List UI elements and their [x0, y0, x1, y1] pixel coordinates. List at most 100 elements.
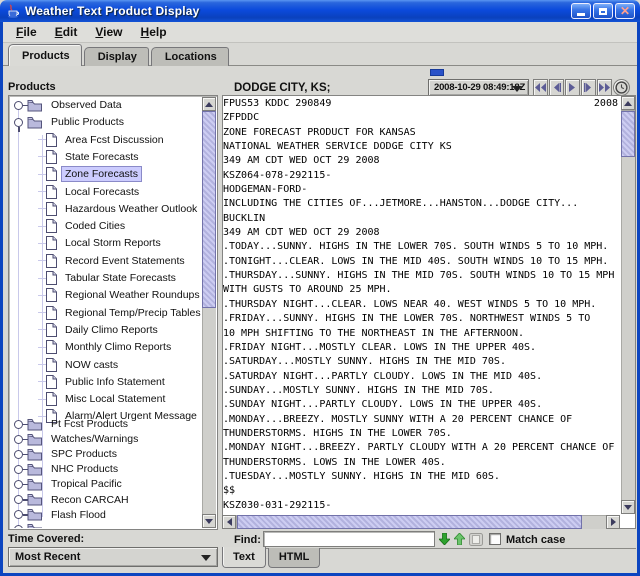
time-covered-select[interactable]: Most Recent [8, 547, 218, 567]
expand-handle-icon[interactable] [14, 525, 23, 528]
tree-item-label: Tabular State Forecasts [61, 270, 180, 286]
tree-item-pt-fcst-products[interactable]: Pt Fcst Products [14, 416, 132, 432]
tree-item-label: Public Info Statement [61, 374, 169, 390]
tree-item-daily-climo-reports[interactable]: Daily Climo Reports [14, 322, 162, 338]
tree-item-local-forecasts[interactable]: Local Forecasts [14, 184, 143, 200]
minimize-button[interactable] [571, 3, 591, 19]
text-scroll-up-button[interactable] [621, 96, 635, 110]
text-hscrollbar-thumb[interactable] [237, 515, 582, 529]
tree-item-record-event-statements[interactable]: Record Event Statements [14, 253, 189, 269]
tree-branch-stub [38, 260, 46, 261]
tree-scroll-up-button[interactable] [202, 97, 216, 111]
tree-item-nhc-products[interactable]: NHC Products [14, 461, 122, 477]
menu-edit[interactable]: Edit [46, 23, 87, 41]
tree-item-partial[interactable] [14, 522, 55, 528]
find-next-button[interactable] [437, 532, 451, 546]
tree-item-public-products[interactable]: Public Products [14, 114, 128, 130]
time-select[interactable]: 2008-10-29 08:49:18Z [428, 79, 529, 96]
tree-item-watches-warnings[interactable]: Watches/Warnings [14, 431, 142, 447]
text-product-area[interactable]: FPUS53 KDDC 2908492008ZFPDDCZONE FORECAS… [223, 97, 619, 514]
text-scroll-left-button[interactable] [222, 515, 236, 529]
tree-item-regional-weather-roundups[interactable]: Regional Weather Roundups [14, 287, 202, 303]
expand-handle-icon[interactable] [14, 465, 23, 474]
menu-view[interactable]: View [86, 23, 131, 41]
find-input[interactable] [263, 531, 435, 547]
fast-forward-button[interactable] [597, 79, 612, 96]
document-icon [46, 271, 61, 285]
maximize-button[interactable] [593, 3, 613, 19]
text-vscrollbar-track[interactable] [621, 110, 635, 500]
collapse-handle-icon[interactable] [14, 118, 23, 127]
tree-item-regional-temp-precip-tables[interactable]: Regional Temp/Precip Tables [14, 305, 202, 321]
location-header: DODGE CITY, KS; [234, 82, 330, 94]
tree-item-label: Zone Forecasts [61, 166, 142, 182]
expand-handle-icon[interactable] [14, 101, 23, 110]
expand-handle-icon[interactable] [14, 510, 23, 519]
tree-item-label: Monthly Climo Reports [61, 339, 175, 355]
tree-scrollbar-thumb[interactable] [202, 111, 216, 308]
tree-item-observed-data[interactable]: Observed Data [14, 97, 126, 113]
clock-button[interactable] [613, 79, 630, 96]
expand-handle-icon[interactable] [14, 450, 23, 459]
view-tab-html[interactable]: HTML [268, 548, 321, 568]
tree-item-label: Local Forecasts [61, 184, 143, 200]
tree-item-misc-local-statement[interactable]: Misc Local Statement [14, 391, 169, 407]
text-line: WITH GUSTS TO AROUND 25 MPH. [223, 283, 619, 297]
tree-item-label: Recon CARCAH [47, 492, 133, 508]
text-scroll-right-button[interactable] [606, 515, 620, 529]
expand-handle-icon[interactable] [14, 435, 23, 444]
chevron-down-icon [201, 555, 211, 561]
tree-item-flash-flood[interactable]: Flash Flood [14, 507, 110, 523]
tab-locations[interactable]: Locations [151, 47, 229, 66]
step-back-button[interactable] [549, 79, 564, 96]
tree-branch-stub [38, 226, 46, 227]
menu-file[interactable]: File [7, 23, 46, 41]
rewind-button[interactable] [533, 79, 548, 96]
tree-item-tabular-state-forecasts[interactable]: Tabular State Forecasts [14, 270, 180, 286]
products-tree: Observed DataPublic Products Area Fcst Di… [8, 95, 218, 530]
menu-help[interactable]: Help [132, 23, 176, 41]
play-button[interactable] [565, 79, 580, 96]
tree-item-coded-cities[interactable]: Coded Cities [14, 218, 129, 234]
text-scroll-down-button[interactable] [621, 500, 635, 514]
main-tab-row: ProductsDisplayLocations [3, 43, 637, 66]
tree-item-public-info-statement[interactable]: Public Info Statement [14, 374, 169, 390]
text-vscrollbar-thumb[interactable] [621, 111, 635, 157]
tree-item-now-casts[interactable]: NOW casts [14, 357, 122, 373]
text-line: KSZ064-078-292115- [223, 169, 619, 183]
view-tab-text[interactable]: Text [222, 547, 266, 568]
text-line: HODGEMAN-FORD- [223, 183, 619, 197]
window-title: Weather Text Product Display [25, 4, 200, 18]
expand-handle-icon[interactable] [14, 480, 23, 489]
highlight-all-button[interactable] [468, 532, 483, 546]
text-line: .TONIGHT...CLEAR. LOWS IN THE MID 40S. S… [223, 255, 619, 269]
tree-item-hazardous-weather-outlook[interactable]: Hazardous Weather Outlook [14, 201, 201, 217]
match-case-checkbox[interactable] [489, 533, 501, 545]
tree-item-label: Misc Local Statement [61, 391, 169, 407]
tab-products[interactable]: Products [8, 44, 82, 66]
tree-item-area-fcst-discussion[interactable]: Area Fcst Discussion [14, 132, 168, 148]
folder-icon [27, 116, 47, 129]
products-panel-label: Products [8, 81, 56, 93]
document-icon [46, 219, 61, 233]
tree-item-recon-carcah[interactable]: Recon CARCAH [14, 492, 133, 508]
chevron-down-icon [512, 86, 522, 92]
find-previous-button[interactable] [452, 532, 466, 546]
expand-handle-icon[interactable] [14, 495, 23, 504]
expand-handle-icon[interactable] [14, 420, 23, 429]
text-line: BUCKLIN [223, 212, 619, 226]
tree-item-tropical-pacific[interactable]: Tropical Pacific [14, 476, 126, 492]
tree-item-local-storm-reports[interactable]: Local Storm Reports [14, 235, 165, 251]
time-slider-thumb[interactable] [430, 69, 444, 76]
tree-item-monthly-climo-reports[interactable]: Monthly Climo Reports [14, 339, 175, 355]
tree-item-state-forecasts[interactable]: State Forecasts [14, 149, 143, 165]
tree-item-spc-products[interactable]: SPC Products [14, 446, 121, 462]
tab-display[interactable]: Display [84, 47, 149, 66]
tree-item-zone-forecasts[interactable]: Zone Forecasts [14, 166, 142, 182]
step-forward-button[interactable] [581, 79, 596, 96]
step-back-icon [552, 83, 561, 92]
text-line: .SATURDAY NIGHT...PARTLY CLOUDY. LOWS IN… [223, 370, 619, 384]
close-button[interactable]: ✕ [615, 3, 635, 19]
window-border-left [0, 22, 3, 576]
tree-scroll-down-button[interactable] [202, 514, 216, 528]
